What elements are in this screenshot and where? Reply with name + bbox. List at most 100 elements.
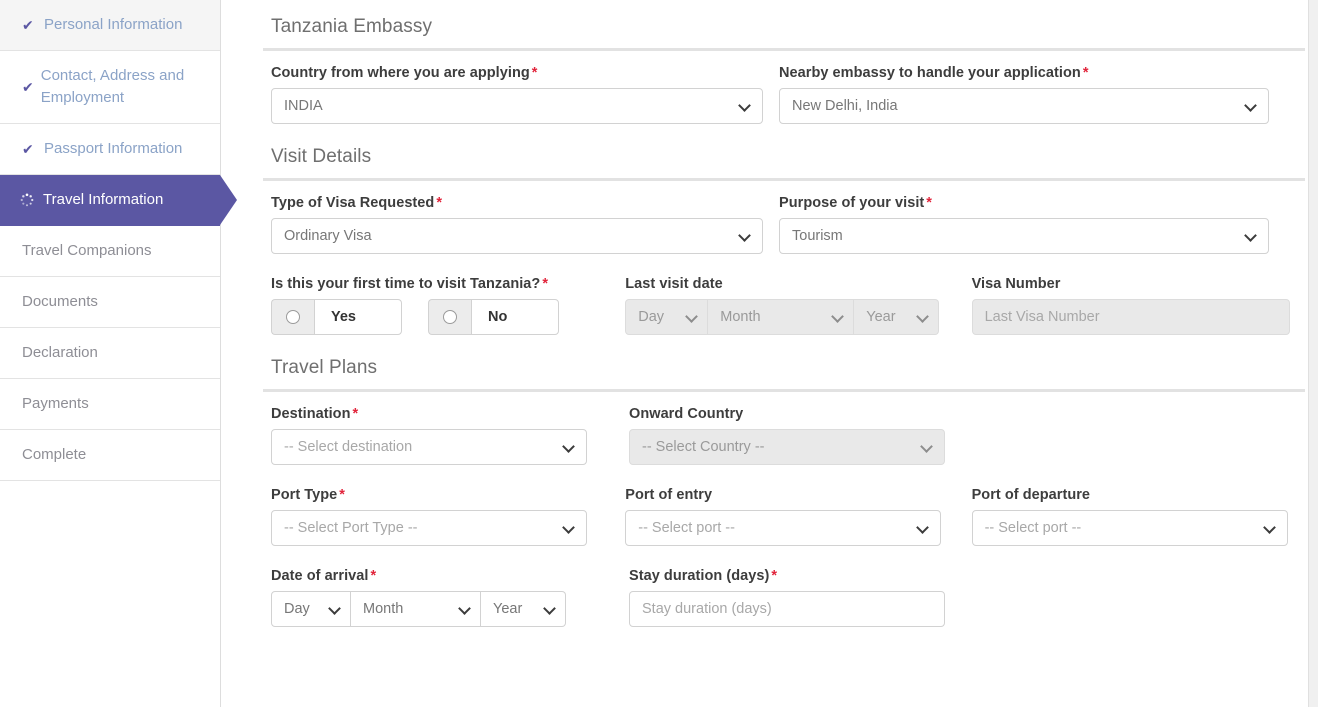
- select-last-visit-year[interactable]: Year: [854, 299, 940, 335]
- required-asterisk: *: [771, 568, 778, 584]
- sidebar-item-label: Contact, Address and Employment: [40, 67, 185, 106]
- select-value: -- Select Port Type --: [284, 520, 418, 536]
- chevron-down-icon: [918, 522, 930, 534]
- select-value: Ordinary Visa: [284, 228, 372, 244]
- field-purpose-of-visit: Purpose of your visit * Tourism: [771, 195, 1300, 254]
- required-asterisk: *: [531, 65, 538, 81]
- required-asterisk: *: [1082, 65, 1089, 81]
- field-nearby-embassy: Nearby embassy to handle your applicatio…: [771, 65, 1300, 124]
- sidebar-item-label: Declaration: [22, 344, 98, 361]
- select-port-of-departure[interactable]: -- Select port --: [971, 510, 1288, 546]
- required-asterisk: *: [926, 195, 932, 211]
- sidebar-item-documents[interactable]: Documents: [0, 277, 220, 328]
- label-date-of-arrival: Date of arrival *: [271, 568, 613, 584]
- sidebar-item-complete[interactable]: Complete: [0, 430, 220, 481]
- sidebar-item-passport-information[interactable]: ✔ Passport Information: [0, 124, 220, 175]
- label-port-of-departure: Port of departure: [971, 487, 1091, 503]
- chevron-down-icon: [460, 603, 472, 615]
- select-value: Tourism: [792, 228, 843, 244]
- first-time-row: Is this your first time to visit Tanzani…: [263, 276, 1300, 335]
- sidebar-item-contact-address-employment[interactable]: ✔ Contact, Address and Employment: [0, 51, 220, 124]
- select-value: Year: [493, 601, 523, 617]
- field-destination: Destination * -- Select destination: [263, 406, 621, 465]
- field-visa-number: Visa Number Last Visa Number: [964, 276, 1300, 335]
- select-value: Year: [866, 309, 896, 325]
- label-text: Country from where you are applying: [271, 65, 530, 81]
- radio-option-yes[interactable]: Yes: [271, 299, 402, 335]
- sidebar-item-declaration[interactable]: Declaration: [0, 328, 220, 379]
- sidebar-item-personal-information[interactable]: ✔ Personal Information: [0, 0, 220, 51]
- chevron-down-icon: [564, 441, 576, 453]
- sidebar-item-payments[interactable]: Payments: [0, 379, 220, 430]
- page-scrollbar[interactable]: [1308, 0, 1318, 707]
- select-nearby-embassy[interactable]: New Delhi, India: [779, 88, 1269, 124]
- select-value: -- Select Country --: [642, 439, 765, 455]
- select-arrival-day[interactable]: Day: [271, 591, 351, 627]
- date-group-last-visit: Day Month Year: [625, 299, 955, 335]
- label-stay-duration: Stay duration (days) *: [629, 568, 963, 584]
- select-value: Month: [363, 601, 404, 617]
- label-text: Destination: [271, 406, 351, 422]
- select-value: INDIA: [284, 98, 323, 114]
- chevron-down-icon: [833, 311, 845, 323]
- radio-option-no[interactable]: No: [428, 299, 559, 335]
- required-asterisk: *: [542, 276, 549, 292]
- select-last-visit-month[interactable]: Month: [708, 299, 855, 335]
- chevron-down-icon: [1265, 522, 1277, 534]
- sidebar-item-label: Documents: [22, 293, 98, 310]
- arrival-row: Date of arrival * Day Month Year Stay du…: [263, 568, 1300, 627]
- radio-button-yes[interactable]: [271, 299, 314, 335]
- input-stay-duration-wrap[interactable]: Stay duration (days): [629, 591, 945, 627]
- label-visa-number: Visa Number: [971, 276, 1061, 292]
- label-destination: Destination *: [271, 406, 613, 422]
- select-arrival-month[interactable]: Month: [351, 591, 481, 627]
- section-title-visit-details: Visit Details: [271, 146, 372, 167]
- section-divider: [263, 48, 1305, 51]
- input-visa-number-wrap[interactable]: Last Visa Number: [971, 299, 1290, 335]
- wizard-steps-sidebar: ✔ Personal Information ✔ Contact, Addres…: [0, 0, 221, 707]
- chevron-down-icon: [330, 603, 342, 615]
- label-text: Purpose of your visit: [779, 195, 925, 211]
- field-onward-country: Onward Country -- Select Country --: [621, 406, 971, 465]
- label-text: Stay duration (days): [629, 568, 770, 584]
- travel-information-form: Tanzania Embassy Country from where you …: [221, 0, 1318, 707]
- label-onward-country: Onward Country: [629, 406, 744, 422]
- field-port-of-departure: Port of departure -- Select port --: [964, 487, 1300, 546]
- select-value: Month: [720, 309, 761, 325]
- section-divider: [263, 389, 1305, 392]
- chevron-down-icon: [545, 603, 557, 615]
- label-text: Nearby embassy to handle your applicatio…: [779, 65, 1081, 81]
- embassy-row: Country from where you are applying * IND…: [263, 65, 1300, 124]
- radio-label-no: No: [471, 299, 559, 335]
- section-divider: [263, 178, 1305, 181]
- sidebar-item-label: Personal Information: [44, 16, 183, 33]
- label-purpose-of-visit: Purpose of your visit *: [779, 195, 1292, 211]
- label-visa-type: Type of Visa Requested *: [271, 195, 763, 211]
- check-icon: ✔: [22, 141, 34, 157]
- select-onward-country[interactable]: -- Select Country --: [629, 429, 945, 465]
- label-text: Is this your first time to visit Tanzani…: [271, 276, 541, 292]
- required-asterisk: *: [352, 406, 359, 422]
- chevron-down-icon: [740, 100, 752, 112]
- radio-button-no[interactable]: [428, 299, 471, 335]
- spinner-icon: [20, 193, 34, 207]
- select-last-visit-day[interactable]: Day: [625, 299, 709, 335]
- date-group-arrival: Day Month Year: [271, 591, 613, 627]
- select-arrival-year[interactable]: Year: [481, 591, 566, 627]
- select-purpose-of-visit[interactable]: Tourism: [779, 218, 1269, 254]
- select-visa-type[interactable]: Ordinary Visa: [271, 218, 763, 254]
- select-destination[interactable]: -- Select destination: [271, 429, 587, 465]
- select-country-applying[interactable]: INDIA: [271, 88, 763, 124]
- chevron-down-icon: [564, 522, 576, 534]
- chevron-down-icon: [740, 230, 752, 242]
- sidebar-item-travel-information[interactable]: Travel Information: [0, 175, 220, 226]
- label-first-time-visit: Is this your first time to visit Tanzani…: [271, 276, 609, 292]
- select-port-of-entry[interactable]: -- Select port --: [625, 510, 942, 546]
- field-first-time-visit: Is this your first time to visit Tanzani…: [263, 276, 617, 335]
- field-last-visit-date: Last visit date Day Month Year: [617, 276, 963, 335]
- sidebar-item-travel-companions[interactable]: Travel Companions: [0, 226, 220, 277]
- radio-dot-icon: [286, 310, 300, 324]
- input-visa-number-placeholder: Last Visa Number: [984, 309, 1100, 325]
- select-port-type[interactable]: -- Select Port Type --: [271, 510, 587, 546]
- radio-group-first-time-visit: Yes No: [271, 299, 609, 335]
